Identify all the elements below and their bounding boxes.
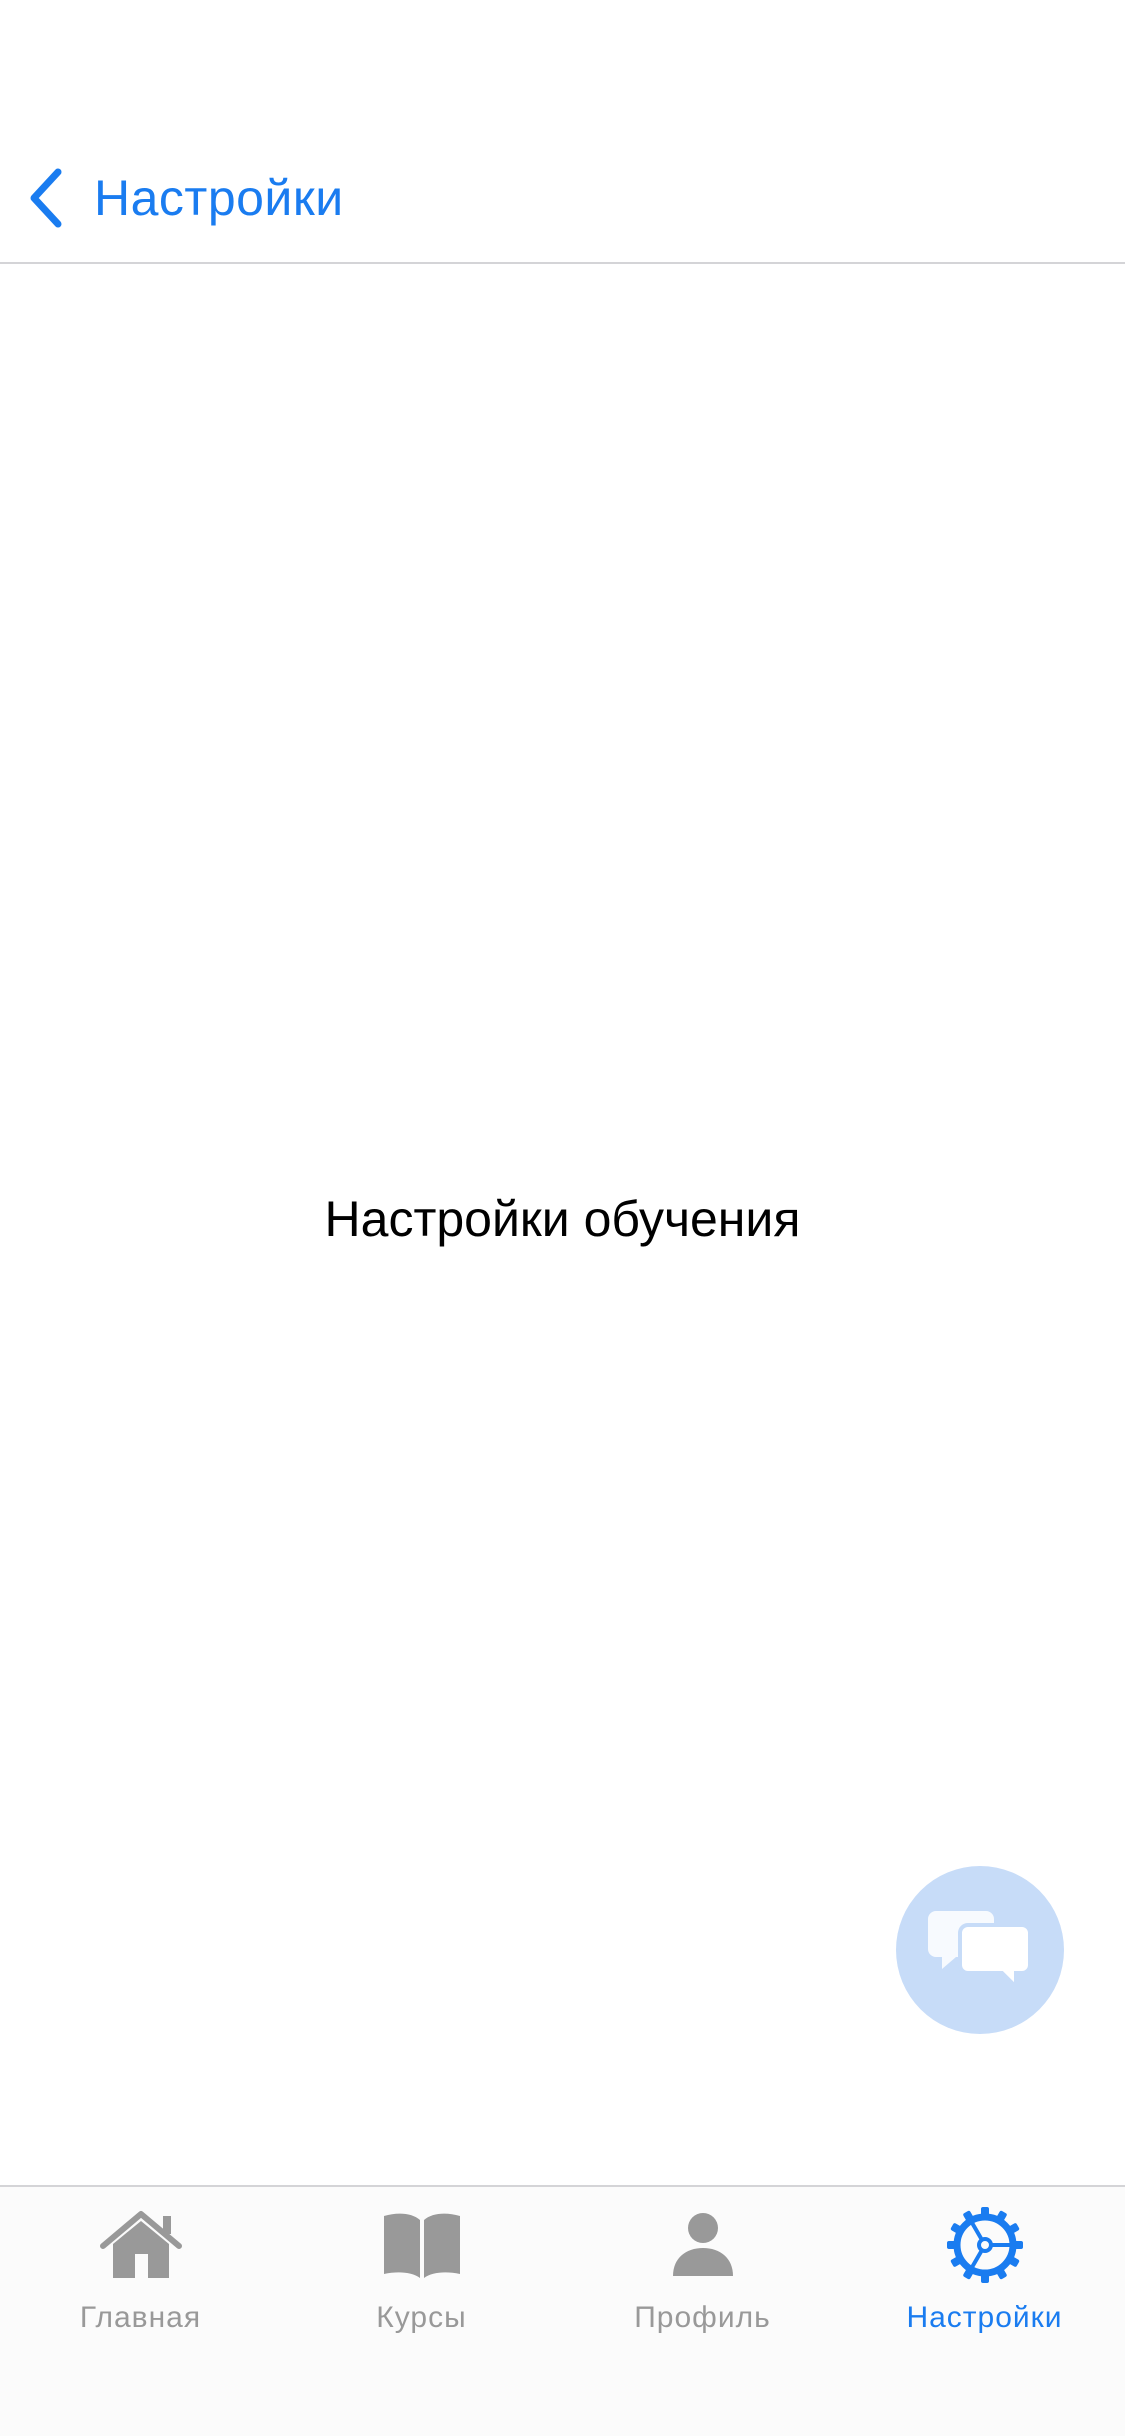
tab-home[interactable]: Главная	[0, 2205, 281, 2345]
page-title: Настройки обучения	[324, 1191, 801, 1247]
back-button-label: Настройки	[94, 170, 344, 226]
tab-settings[interactable]: Настройки	[844, 2205, 1125, 2345]
back-button[interactable]: Настройки	[22, 150, 344, 246]
tab-home-label: Главная	[79, 2301, 202, 2334]
chat-bubbles-icon	[928, 1905, 1032, 1996]
tab-profile[interactable]: Профиль	[562, 2205, 843, 2345]
book-icon	[377, 2205, 467, 2285]
navigation-bar: Настройки	[0, 0, 1125, 264]
chat-button[interactable]	[896, 1866, 1064, 2034]
person-icon	[658, 2205, 748, 2285]
tab-courses[interactable]: Курсы	[281, 2205, 562, 2345]
tab-bar: Главная Курсы Профиль Настройки	[0, 2185, 1125, 2436]
tab-courses-label: Курсы	[376, 2301, 467, 2334]
home-icon	[96, 2205, 186, 2285]
tab-settings-label: Настройки	[906, 2301, 1063, 2334]
chevron-left-icon	[22, 166, 70, 230]
settings-screen: Настройки Настройки обучения Главная Кур…	[0, 0, 1125, 2436]
tab-profile-label: Профиль	[634, 2301, 771, 2334]
gear-icon	[940, 2205, 1030, 2285]
